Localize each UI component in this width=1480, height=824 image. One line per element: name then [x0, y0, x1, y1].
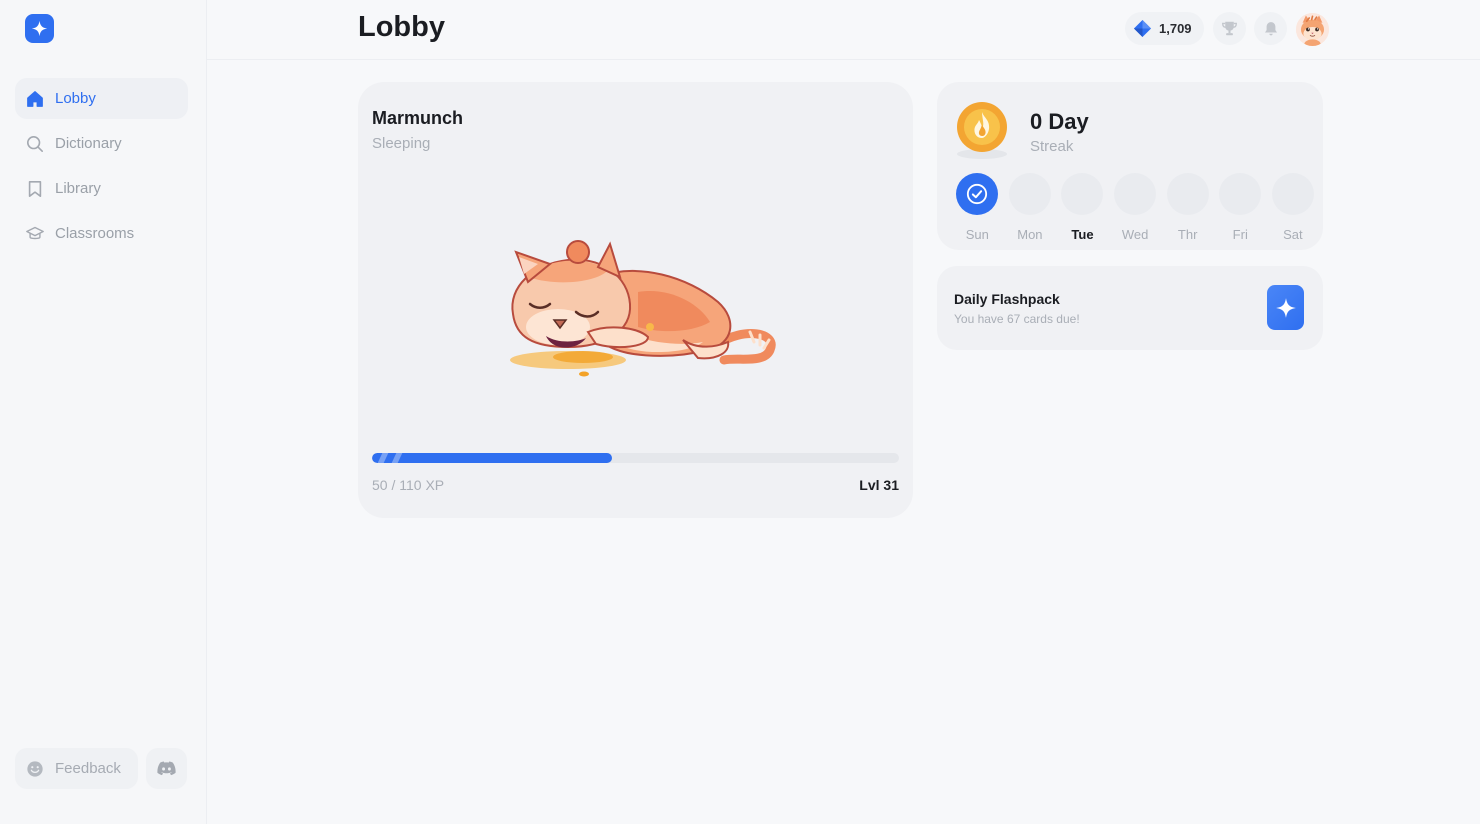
day-tue: Tue: [1056, 173, 1109, 242]
pet-status: Sleeping: [372, 135, 431, 152]
bookmark-icon: [26, 180, 44, 198]
sparkle-icon: [1275, 297, 1296, 318]
xp-text: 50 / 110 XP: [372, 477, 445, 493]
check-icon: [967, 183, 988, 205]
flashpack-title: Daily Flashpack: [954, 291, 1060, 307]
flashpack-start-button[interactable]: [1267, 285, 1304, 330]
cat-avatar-icon: [1296, 13, 1329, 46]
sidebar-footer: Feedback: [15, 748, 187, 789]
bell-icon: [1264, 22, 1277, 36]
sidebar-item-library[interactable]: Library: [15, 168, 188, 209]
sidebar-item-dictionary[interactable]: Dictionary: [15, 123, 188, 164]
xp-progress-bar: [372, 453, 899, 463]
feedback-button[interactable]: Feedback: [15, 748, 138, 789]
day-dot: [1061, 173, 1104, 215]
day-thr: Thr: [1161, 173, 1214, 242]
day-label: Tue: [1071, 227, 1094, 242]
sidebar: Lobby Dictionary Library Classrooms Feed…: [0, 0, 207, 824]
graduation-cap-icon: [26, 225, 44, 243]
day-label: Sat: [1283, 227, 1303, 242]
day-wed: Wed: [1109, 173, 1162, 242]
streak-label: Streak: [1030, 138, 1074, 155]
trophy-icon: [1222, 21, 1237, 36]
search-icon: [26, 135, 44, 153]
sidebar-item-label: Dictionary: [55, 135, 122, 152]
streak-week: Sun Mon Tue Wed Thr Fri Sat: [951, 173, 1319, 242]
day-mon: Mon: [1004, 173, 1057, 242]
day-dot: [1271, 173, 1314, 215]
sleeping-cat-illustration[interactable]: [488, 232, 788, 392]
day-sun: Sun: [951, 173, 1004, 242]
discord-icon: [157, 761, 176, 776]
sidebar-nav: Lobby Dictionary Library Classrooms: [15, 78, 188, 258]
streak-card: 0 Day Streak Sun Mon Tue Wed Thr Fri Sat: [937, 82, 1323, 250]
page-title: Lobby: [358, 11, 445, 43]
app-logo[interactable]: [25, 14, 54, 43]
user-avatar[interactable]: [1296, 13, 1329, 46]
day-dot: [1219, 173, 1262, 215]
day-sat: Sat: [1267, 173, 1320, 242]
sidebar-item-classrooms[interactable]: Classrooms: [15, 213, 188, 254]
flashpack-subtitle: You have 67 cards due!: [954, 312, 1080, 326]
sidebar-item-label: Classrooms: [55, 225, 135, 242]
day-label: Mon: [1017, 227, 1043, 242]
sidebar-item-label: Lobby: [55, 90, 96, 107]
level-text: Lvl 31: [859, 477, 899, 493]
gem-balance[interactable]: 1,709: [1125, 12, 1204, 45]
feedback-label: Feedback: [55, 760, 121, 777]
day-fri: Fri: [1214, 173, 1267, 242]
sparkle-logo-icon: [31, 20, 48, 37]
streak-day-count: 0 Day: [1030, 109, 1089, 134]
notifications-button[interactable]: [1254, 12, 1287, 45]
day-label: Fri: [1232, 227, 1248, 242]
xp-progress-fill: [372, 453, 612, 463]
gem-icon: [1133, 19, 1152, 38]
day-label: Thr: [1177, 227, 1198, 242]
day-label: Sun: [965, 227, 989, 242]
sidebar-item-lobby[interactable]: Lobby: [15, 78, 188, 119]
day-dot: [1114, 173, 1157, 215]
top-header: Lobby 1,709: [207, 0, 1480, 60]
home-icon: [26, 90, 44, 108]
discord-button[interactable]: [146, 748, 187, 789]
day-label: Wed: [1121, 227, 1149, 242]
day-dot: [1166, 173, 1209, 215]
sidebar-item-label: Library: [55, 180, 101, 197]
day-dot: [956, 173, 999, 215]
pet-card: Marmunch Sleeping 50 / 110 XP Lvl 31: [358, 82, 913, 518]
leaderboard-button[interactable]: [1213, 12, 1246, 45]
streak-coin-icon: [957, 102, 1007, 159]
daily-flashpack-card[interactable]: Daily Flashpack You have 67 cards due!: [937, 266, 1323, 350]
pet-name: Marmunch: [372, 108, 464, 128]
gem-count: 1,709: [1159, 21, 1192, 36]
smiley-icon: [26, 760, 44, 778]
day-dot: [1008, 173, 1051, 215]
